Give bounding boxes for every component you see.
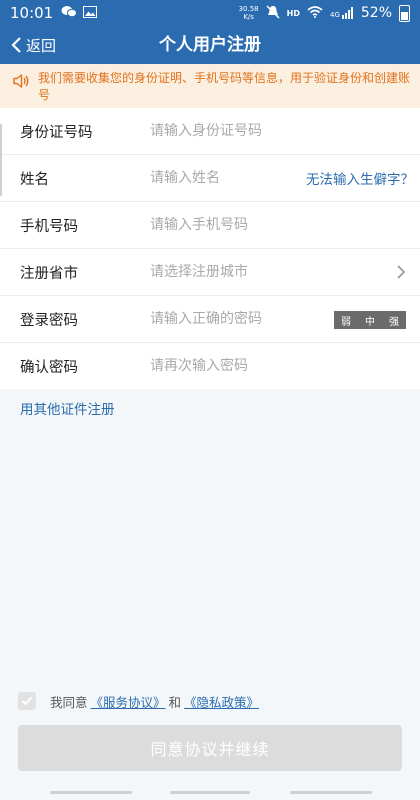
status-bar: 10:01 30.58 K/s HD 4G 52% [0,0,420,26]
gesture-pill-left [50,791,132,794]
gallery-icon [83,5,98,21]
network-speed: 30.58 K/s [238,5,259,21]
side-edge-handle [0,124,2,196]
strength-strong: 强 [389,316,399,328]
back-button[interactable]: 返回 [10,26,56,64]
speaker-icon [12,73,30,94]
gesture-pill-center [170,791,250,794]
region-row[interactable]: 注册省市 [0,249,420,296]
signal-icon: 4G [330,7,354,19]
strength-weak: 弱 [341,316,351,328]
agree-checkbox[interactable] [18,692,36,710]
id-number-row: 身份证号码 [0,108,420,155]
back-label: 返回 [26,36,57,55]
wifi-icon [307,5,323,21]
id-number-input[interactable] [150,108,320,154]
strength-medium: 中 [365,316,375,328]
phone-label: 手机号码 [20,218,78,235]
id-number-label: 身份证号码 [20,124,93,141]
password-strength-meter: 弱 中 强 [334,311,406,329]
name-input[interactable] [150,155,320,201]
status-time: 10:01 [10,4,54,22]
page-title: 个人用户注册 [159,35,261,55]
confirm-password-input[interactable] [150,343,320,389]
agree-continue-button[interactable]: 同意协议并继续 [18,725,402,771]
agree-and: 和 [168,694,182,710]
agreement-row: 我同意 《服务协议》 和 《隐私政策》 [18,690,262,712]
mute-icon [266,4,280,22]
battery-icon [399,4,410,22]
hd-indicator: HD [286,8,300,18]
password-row: 登录密码 弱 中 强 [0,296,420,343]
password-input[interactable] [150,296,320,342]
agree-prefix: 我同意 [50,694,88,710]
registration-form: 身份证号码 姓名 无法输入生僻字？ 手机号码 注册省市 登录密码 弱 中 强 确… [0,108,420,389]
service-agreement-link[interactable]: 《服务协议》 [91,692,166,711]
chevron-right-icon [397,265,406,279]
privacy-policy-link[interactable]: 《隐私政策》 [184,692,259,711]
rare-character-link[interactable]: 无法输入生僻字？ [306,168,414,188]
checkmark-icon [21,696,33,706]
region-label: 注册省市 [20,265,78,282]
confirm-password-label: 确认密码 [20,359,78,376]
gesture-pill-right [290,791,372,794]
name-row: 姓名 无法输入生僻字？ [0,155,420,202]
nav-bar: 返回 个人用户注册 [0,26,420,64]
gesture-bar [0,791,420,800]
notice-text: 我们需要收集您的身份证明、手机号码等信息，用于验证身份和创建账号 [38,71,411,102]
battery-percent: 52% [360,5,392,21]
phone-row: 手机号码 [0,202,420,249]
name-label: 姓名 [20,171,49,188]
privacy-notice: 我们需要收集您的身份证明、手机号码等信息，用于验证身份和创建账号 [0,64,420,108]
wechat-icon [61,5,78,21]
region-select[interactable] [150,249,320,295]
phone-input[interactable] [150,202,320,248]
password-label: 登录密码 [20,312,78,329]
chevron-left-icon [11,37,21,53]
confirm-password-row: 确认密码 [0,343,420,389]
other-certificate-link[interactable]: 用其他证件注册 [20,398,115,418]
